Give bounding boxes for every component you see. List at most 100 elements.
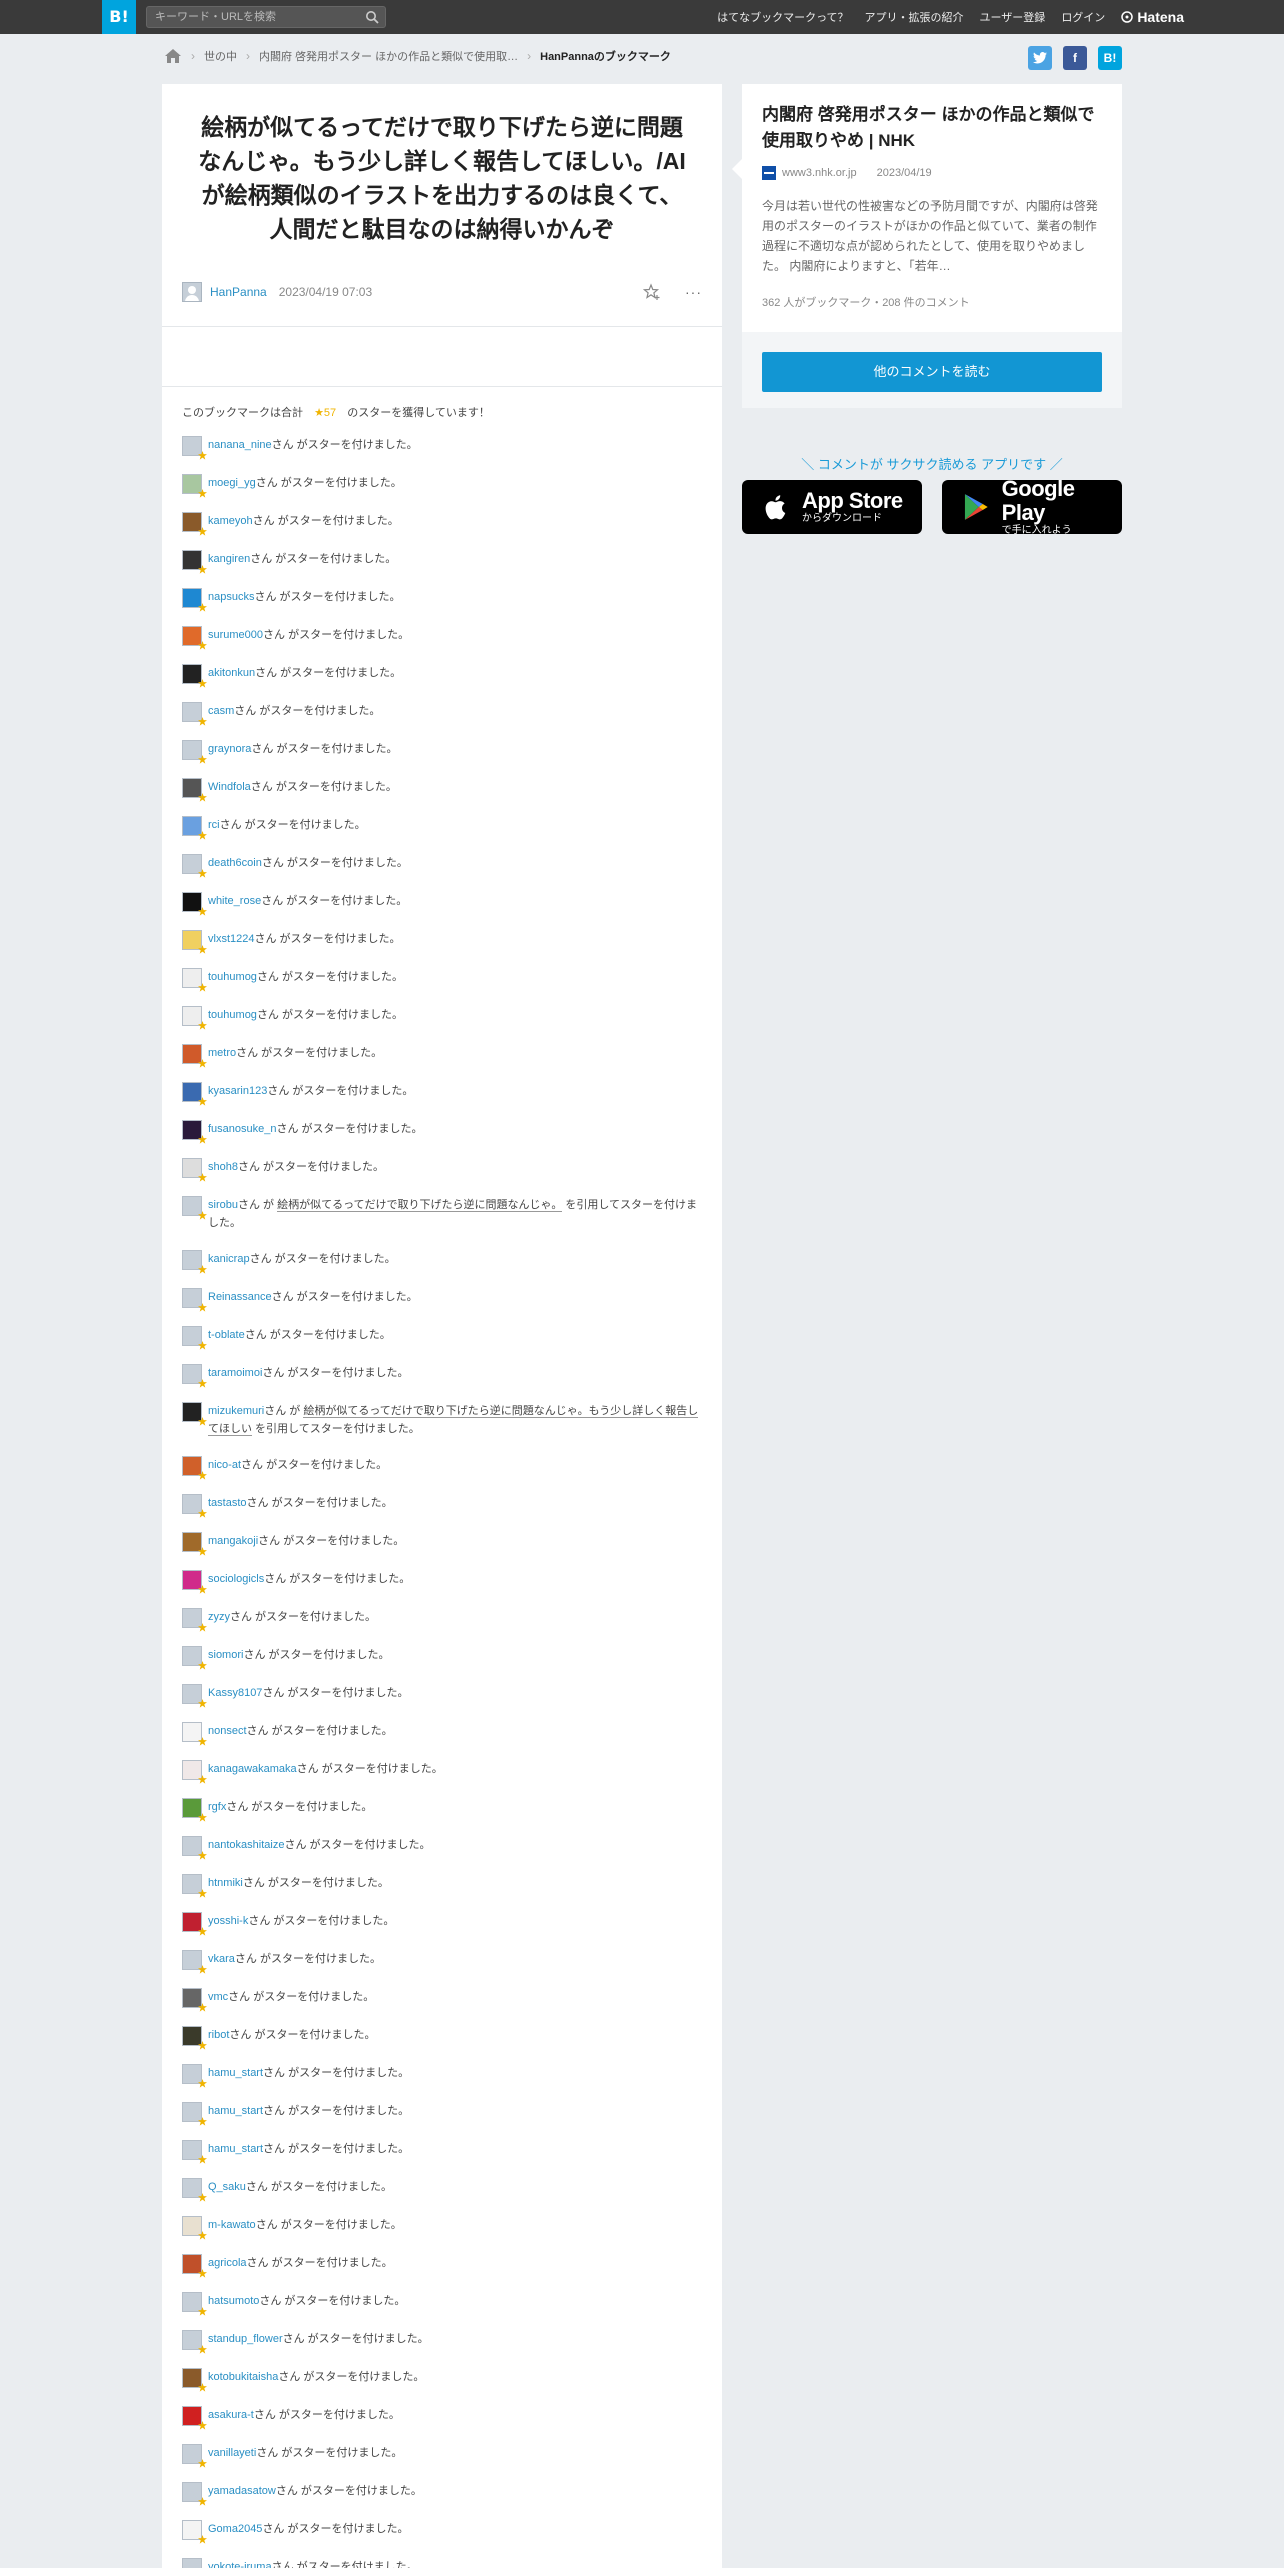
star-user-link[interactable]: hamu_start: [208, 2105, 263, 2117]
avatar[interactable]: [182, 740, 207, 764]
star-user-link[interactable]: kanagawakamaka: [208, 1763, 297, 1775]
star-user-link[interactable]: touhumog: [208, 971, 257, 983]
avatar[interactable]: [182, 1836, 207, 1860]
star-user-link[interactable]: touhumog: [208, 1009, 257, 1021]
star-user-link[interactable]: htnmiki: [208, 1877, 243, 1889]
avatar[interactable]: [182, 1646, 207, 1670]
star-user-link[interactable]: sirobu: [208, 1199, 238, 1211]
more-menu-icon[interactable]: ···: [685, 284, 702, 300]
avatar[interactable]: [182, 2444, 207, 2468]
star-user-link[interactable]: akitonkun: [208, 667, 255, 679]
star-user-link[interactable]: vanillayeti: [208, 2447, 256, 2459]
avatar[interactable]: [182, 2558, 202, 2568]
star-user-link[interactable]: nico-at: [208, 1459, 241, 1471]
avatar[interactable]: [182, 1402, 207, 1426]
avatar[interactable]: [182, 1044, 207, 1068]
star-user-link[interactable]: m-kawato: [208, 2219, 256, 2231]
avatar[interactable]: [182, 1196, 207, 1220]
nav-login[interactable]: ログイン: [1061, 9, 1105, 25]
avatar[interactable]: [182, 1158, 207, 1182]
entry-counts[interactable]: 362 人がブックマーク・208 件のコメント: [762, 294, 970, 310]
nav-about[interactable]: はてなブックマークって？: [717, 9, 848, 25]
avatar[interactable]: [182, 1288, 207, 1312]
twitter-share-button[interactable]: [1028, 46, 1052, 70]
star-user-link[interactable]: agricola: [208, 2257, 247, 2269]
avatar[interactable]: [182, 1326, 207, 1350]
avatar[interactable]: [182, 1684, 207, 1708]
star-user-link[interactable]: napsucks: [208, 591, 254, 603]
star-user-link[interactable]: white_rose: [208, 895, 261, 907]
search-box[interactable]: [146, 6, 386, 28]
star-user-link[interactable]: zyzy: [208, 1611, 230, 1623]
avatar[interactable]: [182, 1532, 207, 1556]
add-star-icon[interactable]: [643, 283, 661, 301]
avatar[interactable]: [182, 1912, 207, 1936]
star-user-link[interactable]: surume000: [208, 629, 263, 641]
avatar[interactable]: [182, 1874, 207, 1898]
avatar[interactable]: [182, 2216, 207, 2240]
star-user-link[interactable]: sociologicls: [208, 1573, 264, 1585]
avatar[interactable]: [182, 1950, 207, 1974]
avatar[interactable]: [182, 1456, 207, 1480]
avatar[interactable]: [182, 2026, 207, 2050]
star-user-link[interactable]: kotobukitaisha: [208, 2371, 278, 2383]
star-user-link[interactable]: Goma2045: [208, 2523, 262, 2535]
hatena-bookmark-logo[interactable]: B!: [102, 0, 136, 34]
star-user-link[interactable]: vmc: [208, 1991, 228, 2003]
avatar[interactable]: [182, 664, 207, 688]
nav-apps[interactable]: アプリ・拡張の紹介: [865, 9, 964, 25]
search-icon[interactable]: [365, 10, 379, 24]
star-user-link[interactable]: kyasarin123: [208, 1085, 267, 1097]
star-user-link[interactable]: standup_flower: [208, 2333, 283, 2345]
avatar[interactable]: [182, 1494, 207, 1518]
avatar[interactable]: [182, 1120, 207, 1144]
avatar[interactable]: [182, 2406, 207, 2430]
comment-date[interactable]: 2023/04/19 07:03: [279, 285, 372, 299]
app-store-badge[interactable]: App Store からダウンロード: [742, 480, 922, 534]
avatar[interactable]: [182, 474, 207, 498]
star-user-link[interactable]: hamu_start: [208, 2143, 263, 2155]
star-user-link[interactable]: fusanosuke_n: [208, 1123, 277, 1135]
breadcrumb-entry[interactable]: 内閣府 啓発用ポスター ほかの作品と類似で使用取…: [259, 48, 518, 64]
star-user-link[interactable]: nanana_nine: [208, 439, 272, 451]
avatar[interactable]: [182, 1364, 207, 1388]
star-user-link[interactable]: vkara: [208, 1953, 235, 1965]
hatena-bookmark-share-button[interactable]: B!: [1098, 46, 1122, 70]
star-user-link[interactable]: nonsect: [208, 1725, 247, 1737]
star-user-link[interactable]: tastasto: [208, 1497, 247, 1509]
avatar[interactable]: [182, 2520, 207, 2544]
star-user-link[interactable]: graynora: [208, 743, 251, 755]
star-user-link[interactable]: Q_saku: [208, 2181, 246, 2193]
star-user-link[interactable]: death6coin: [208, 857, 262, 869]
star-user-link[interactable]: mangakoji: [208, 1535, 258, 1547]
avatar[interactable]: [182, 588, 207, 612]
avatar[interactable]: [182, 282, 202, 302]
avatar[interactable]: [182, 2140, 207, 2164]
star-user-link[interactable]: kameyoh: [208, 515, 253, 527]
avatar[interactable]: [182, 1250, 207, 1274]
avatar[interactable]: [182, 892, 207, 916]
star-user-link[interactable]: Windfola: [208, 781, 251, 793]
star-user-link[interactable]: rci: [208, 819, 220, 831]
avatar[interactable]: [182, 2368, 207, 2392]
avatar[interactable]: [182, 512, 207, 536]
avatar[interactable]: [182, 436, 207, 460]
search-input[interactable]: [147, 7, 357, 27]
star-count[interactable]: ★57: [314, 407, 336, 419]
avatar[interactable]: [182, 968, 207, 992]
avatar[interactable]: [182, 1760, 207, 1784]
read-other-comments-button[interactable]: 他のコメントを読む: [762, 352, 1102, 392]
star-user-link[interactable]: t-oblate: [208, 1329, 245, 1341]
home-icon[interactable]: [164, 48, 182, 64]
avatar[interactable]: [182, 854, 207, 878]
star-user-link[interactable]: shoh8: [208, 1161, 238, 1173]
avatar[interactable]: [182, 550, 207, 574]
star-user-link[interactable]: kanicrap: [208, 1253, 250, 1265]
breadcrumb-category[interactable]: 世の中: [204, 48, 237, 64]
star-user-link[interactable]: moegi_yg: [208, 477, 256, 489]
star-user-link[interactable]: casm: [208, 705, 234, 717]
star-user-link[interactable]: Reinassance: [208, 1291, 272, 1303]
star-user-link[interactable]: mizukemuri: [208, 1405, 264, 1417]
star-user-link[interactable]: yamadasatow: [208, 2485, 276, 2497]
quoted-text[interactable]: 絵柄が似てるってだけで取り下げたら逆に問題なんじゃ。: [277, 1199, 563, 1212]
